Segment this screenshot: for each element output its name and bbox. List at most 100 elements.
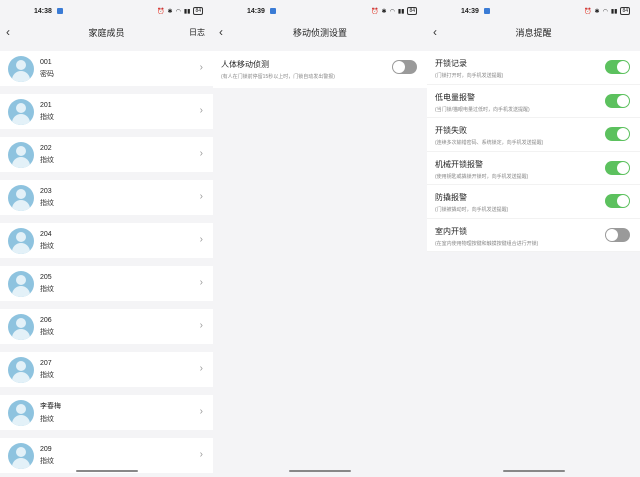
user-avatar-icon [8, 184, 34, 211]
member-row[interactable]: 202 指纹 › [0, 137, 213, 172]
user-avatar-icon [8, 399, 34, 426]
motion-detection-row[interactable]: 人体移动侦测 (有人在门锁前停留15秒以上时，门锁自动发出警报) [213, 51, 427, 88]
member-row[interactable]: 207 指纹 › [0, 352, 213, 387]
notifications-screen: 14:39 ⏰ ✱ ◠ ▮▮ 84 ‹ 消息提醒 开锁记录 (门锁打开时，向手机发… [427, 0, 640, 477]
member-name: 205 [40, 273, 52, 281]
app-notification-icon [56, 8, 63, 14]
member-row[interactable]: 205 指纹 › [0, 266, 213, 301]
member-unlock-type: 指纹 [40, 242, 54, 250]
notification-toggle[interactable] [605, 93, 630, 108]
notification-setting-row[interactable]: 低电量报警 (当门锁/猫眼电量过低时，向手机发送提醒) [427, 84, 640, 118]
status-bar: 14:39 ⏰ ✱ ◠ ▮▮ 84 [427, 0, 640, 22]
user-avatar-icon [8, 98, 34, 125]
member-row[interactable]: 206 指纹 › [0, 309, 213, 344]
notification-settings-list: 开锁记录 (门锁打开时，向手机发送提醒) 低电量报警 (当门锁/猫眼电量过低时，向手机… [427, 51, 640, 252]
battery-icon: 84 [193, 7, 203, 15]
chevron-right-icon: › [199, 320, 203, 331]
member-unlock-type: 指纹 [40, 156, 54, 164]
setting-description: (有人在门锁前停留15秒以上时，门锁自动发出警报) [221, 74, 335, 80]
member-name: 202 [40, 144, 52, 152]
member-unlock-type: 指纹 [40, 371, 54, 379]
notification-toggle[interactable] [605, 60, 630, 74]
back-icon[interactable]: ‹ [6, 25, 10, 39]
user-avatar-icon [8, 313, 34, 340]
nav-bar: ‹ 家庭成员 日志 [0, 22, 213, 42]
chevron-right-icon: › [199, 449, 203, 460]
member-name: 李春梅 [40, 403, 61, 410]
back-icon[interactable]: ‹ [219, 25, 223, 39]
status-time: 14:39 [247, 7, 265, 15]
signal-icon: ▮▮ [397, 8, 405, 15]
notification-setting-row[interactable]: 开锁记录 (门锁打开时，向手机发送提醒) [427, 51, 640, 85]
notification-toggle[interactable] [605, 194, 630, 208]
chevron-right-icon: › [199, 406, 203, 417]
user-avatar-icon [8, 141, 34, 168]
member-row[interactable]: 209 指纹 › [0, 438, 213, 473]
notification-setting-row[interactable]: 防撬报警 (门锁被撬动时，向手机发送提醒) [427, 185, 640, 219]
home-indicator[interactable] [75, 470, 138, 472]
wifi-icon: ◠ [602, 8, 608, 15]
log-button[interactable]: 日志 [189, 27, 205, 38]
member-unlock-type: 指纹 [40, 457, 54, 465]
notification-toggle[interactable] [605, 160, 630, 175]
page-title: 消息提醒 [515, 27, 552, 38]
notification-setting-row[interactable]: 室内开锁 (在室内使用物理按键和触摸按键组合进行开锁) [427, 218, 640, 252]
user-avatar-icon [8, 442, 34, 469]
notification-setting-row[interactable]: 开锁失败 (连续多次输错密码、系统锁定，向手机发送提醒) [427, 118, 640, 152]
member-unlock-type: 指纹 [40, 113, 54, 121]
chevron-right-icon: › [199, 62, 203, 73]
members-screen: 14:38 ⏰ ✱ ◠ ▮▮ 84 ‹ 家庭成员 日志 001 密码 › 201 指纹 ›… [0, 0, 213, 477]
member-row[interactable]: 204 指纹 › [0, 223, 213, 258]
status-time: 14:39 [461, 7, 479, 15]
back-icon[interactable]: ‹ [433, 25, 437, 39]
chevron-right-icon: › [199, 191, 203, 202]
battery-icon: 84 [407, 7, 417, 15]
notification-toggle[interactable] [605, 127, 630, 141]
wifi-icon: ◠ [175, 8, 181, 15]
user-avatar-icon [8, 270, 34, 297]
chevron-right-icon: › [199, 277, 203, 288]
nav-bar: ‹ 消息提醒 [427, 22, 640, 42]
member-row[interactable]: 203 指纹 › [0, 180, 213, 215]
status-icons: ⏰ ✱ ◠ ▮▮ 84 [371, 7, 417, 15]
member-name: 203 [40, 187, 52, 195]
member-row[interactable]: 李春梅 指纹 › [0, 395, 213, 430]
user-avatar-icon [8, 227, 34, 254]
status-bar: 14:38 ⏰ ✱ ◠ ▮▮ 84 [0, 0, 213, 22]
member-row[interactable]: 001 密码 › [0, 51, 213, 86]
signal-icon: ▮▮ [183, 8, 191, 15]
member-name: 201 [40, 101, 52, 109]
motion-detection-toggle[interactable] [392, 60, 417, 74]
member-name: 206 [40, 316, 52, 324]
home-indicator[interactable] [289, 470, 351, 472]
battery-icon: 84 [620, 7, 630, 15]
motion-screen: 14:39 ⏰ ✱ ◠ ▮▮ 84 ‹ 移动侦测设置 人体移动侦测 (有人在门锁… [213, 0, 427, 477]
member-row[interactable]: 201 指纹 › [0, 94, 213, 129]
user-avatar-icon [8, 55, 34, 82]
nav-bar: ‹ 移动侦测设置 [213, 22, 427, 42]
alarm-icon: ⏰ [371, 8, 379, 15]
bluetooth-icon: ✱ [381, 8, 387, 15]
status-time: 14:38 [34, 7, 52, 15]
chevron-right-icon: › [199, 234, 203, 245]
member-name: 207 [40, 359, 52, 367]
wifi-icon: ◠ [389, 8, 395, 15]
bluetooth-icon: ✱ [167, 8, 173, 15]
chevron-right-icon: › [199, 363, 203, 374]
member-unlock-type: 指纹 [40, 328, 54, 336]
member-name: 209 [40, 445, 52, 453]
member-name: 204 [40, 230, 52, 238]
bluetooth-icon: ✱ [594, 8, 600, 15]
status-bar: 14:39 ⏰ ✱ ◠ ▮▮ 84 [213, 0, 427, 22]
member-unlock-type: 密码 [40, 70, 54, 78]
notification-setting-row[interactable]: 机械开锁报警 (使用钥匙或撬锁开锁时，向手机发送提醒) [427, 151, 640, 185]
app-notification-icon [269, 8, 276, 14]
chevron-right-icon: › [199, 105, 203, 116]
user-avatar-icon [8, 356, 34, 383]
home-indicator[interactable] [502, 470, 565, 472]
member-list: 001 密码 › 201 指纹 › 202 指纹 › 203 指纹 › 204 指纹 › 205 指纹 › 206 指… [0, 51, 213, 473]
page-title: 移动侦测设置 [292, 27, 347, 38]
notification-toggle[interactable] [605, 227, 630, 242]
alarm-icon: ⏰ [584, 8, 592, 15]
page-title: 家庭成员 [88, 27, 125, 38]
